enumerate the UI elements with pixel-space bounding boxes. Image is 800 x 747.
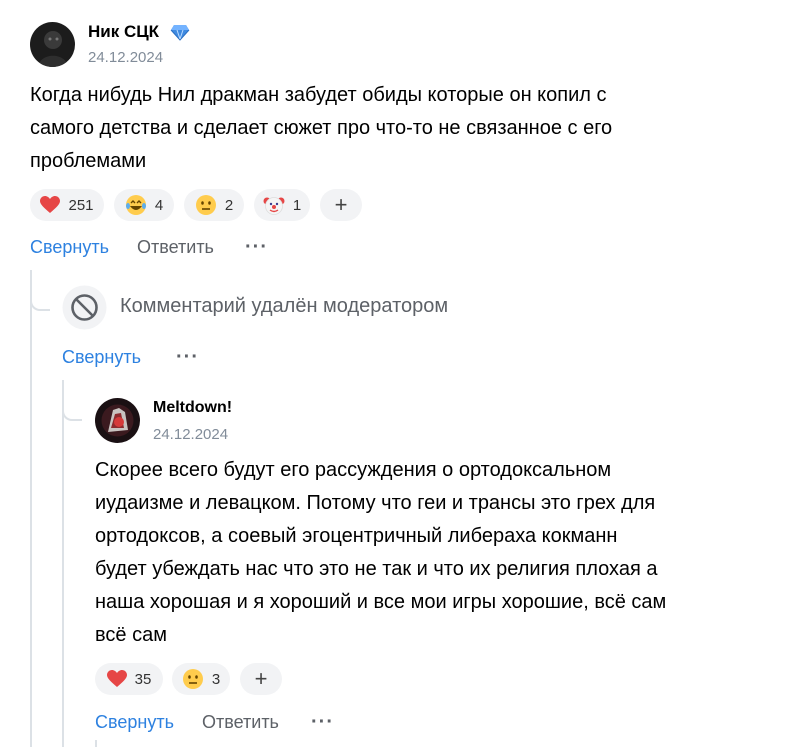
add-reaction-button[interactable]: + xyxy=(240,663,282,695)
heart-icon xyxy=(106,670,127,687)
clown-face-emoji-icon xyxy=(263,197,285,215)
reaction-count: 251 xyxy=(68,196,94,214)
reply-button[interactable]: Ответить xyxy=(202,712,279,733)
reaction-laughing[interactable]: 4 xyxy=(114,189,174,221)
comment-text-line: будет убеждать нас что это не так и что … xyxy=(95,558,658,580)
avatar-image xyxy=(95,398,140,443)
laughing-tears-emoji-icon xyxy=(125,195,146,215)
author-name[interactable]: Meltdown! xyxy=(153,399,232,417)
comment-text-line: ортодоксов, а соевый эгоцентричный либер… xyxy=(95,525,618,547)
reaction-neutral[interactable]: 3 xyxy=(172,663,230,695)
more-options-icon[interactable]: ··· xyxy=(311,711,334,734)
thread-line[interactable] xyxy=(95,740,97,747)
reaction-count: 4 xyxy=(154,196,164,214)
comment-text-line: наша хорошая и я хороший и все мои игры … xyxy=(95,591,667,613)
reaction-count: 2 xyxy=(224,196,234,214)
plus-icon: + xyxy=(334,192,348,217)
avatar[interactable] xyxy=(30,22,75,67)
thread-branch xyxy=(62,395,82,421)
heart-icon xyxy=(40,196,61,213)
avatar-image xyxy=(30,22,75,67)
reaction-clown[interactable]: 1 xyxy=(254,189,310,221)
thread-line[interactable] xyxy=(30,270,32,747)
comment-text-line: всё сам xyxy=(95,624,167,646)
reaction-count: 35 xyxy=(134,670,152,688)
collapse-button[interactable]: Свернуть xyxy=(30,237,109,258)
collapse-button[interactable]: Свернуть xyxy=(95,712,174,733)
comment-text: Когда нибудь Нил дракман забудет обиды к… xyxy=(30,79,770,178)
reaction-heart[interactable]: 251 xyxy=(30,189,104,221)
comment-text-line: проблемами xyxy=(30,150,147,172)
reaction-count: 1 xyxy=(292,196,302,214)
deleted-icon xyxy=(62,285,107,330)
reaction-neutral[interactable]: 2 xyxy=(184,189,244,221)
more-options-icon[interactable]: ··· xyxy=(176,346,199,369)
comment-text: Скорее всего будут его рассуждения о орт… xyxy=(95,454,785,652)
add-reaction-button[interactable]: + xyxy=(320,189,362,221)
collapse-button[interactable]: Свернуть xyxy=(62,347,141,368)
author-name[interactable]: Ник СЦК xyxy=(88,22,159,42)
reply-button[interactable]: Ответить xyxy=(137,237,214,258)
reaction-heart[interactable]: 35 xyxy=(95,663,163,695)
comment-text-line: Когда нибудь Нил дракман забудет обиды к… xyxy=(30,84,607,106)
neutral-face-emoji-icon xyxy=(182,669,203,689)
verified-icon xyxy=(170,22,190,42)
comment-date: 24.12.2024 xyxy=(88,49,164,66)
comment-date: 24.12.2024 xyxy=(153,426,229,443)
reaction-count: 3 xyxy=(211,670,221,688)
avatar[interactable] xyxy=(95,398,140,443)
deleted-comment-text: Комментарий удалён модератором xyxy=(120,295,449,317)
comment-text-line: самого детства и сделает сюжет про что-т… xyxy=(30,117,613,139)
comment-text-line: Скорее всего будут его рассуждения о орт… xyxy=(95,459,612,481)
thread-line[interactable] xyxy=(62,380,64,747)
plus-icon: + xyxy=(254,666,268,691)
thread-branch xyxy=(30,285,50,311)
more-options-icon[interactable]: ··· xyxy=(245,236,268,259)
neutral-face-emoji-icon xyxy=(195,195,216,215)
comment-text-line: иудаизме и левацком. Потому что геи и тр… xyxy=(95,492,656,514)
